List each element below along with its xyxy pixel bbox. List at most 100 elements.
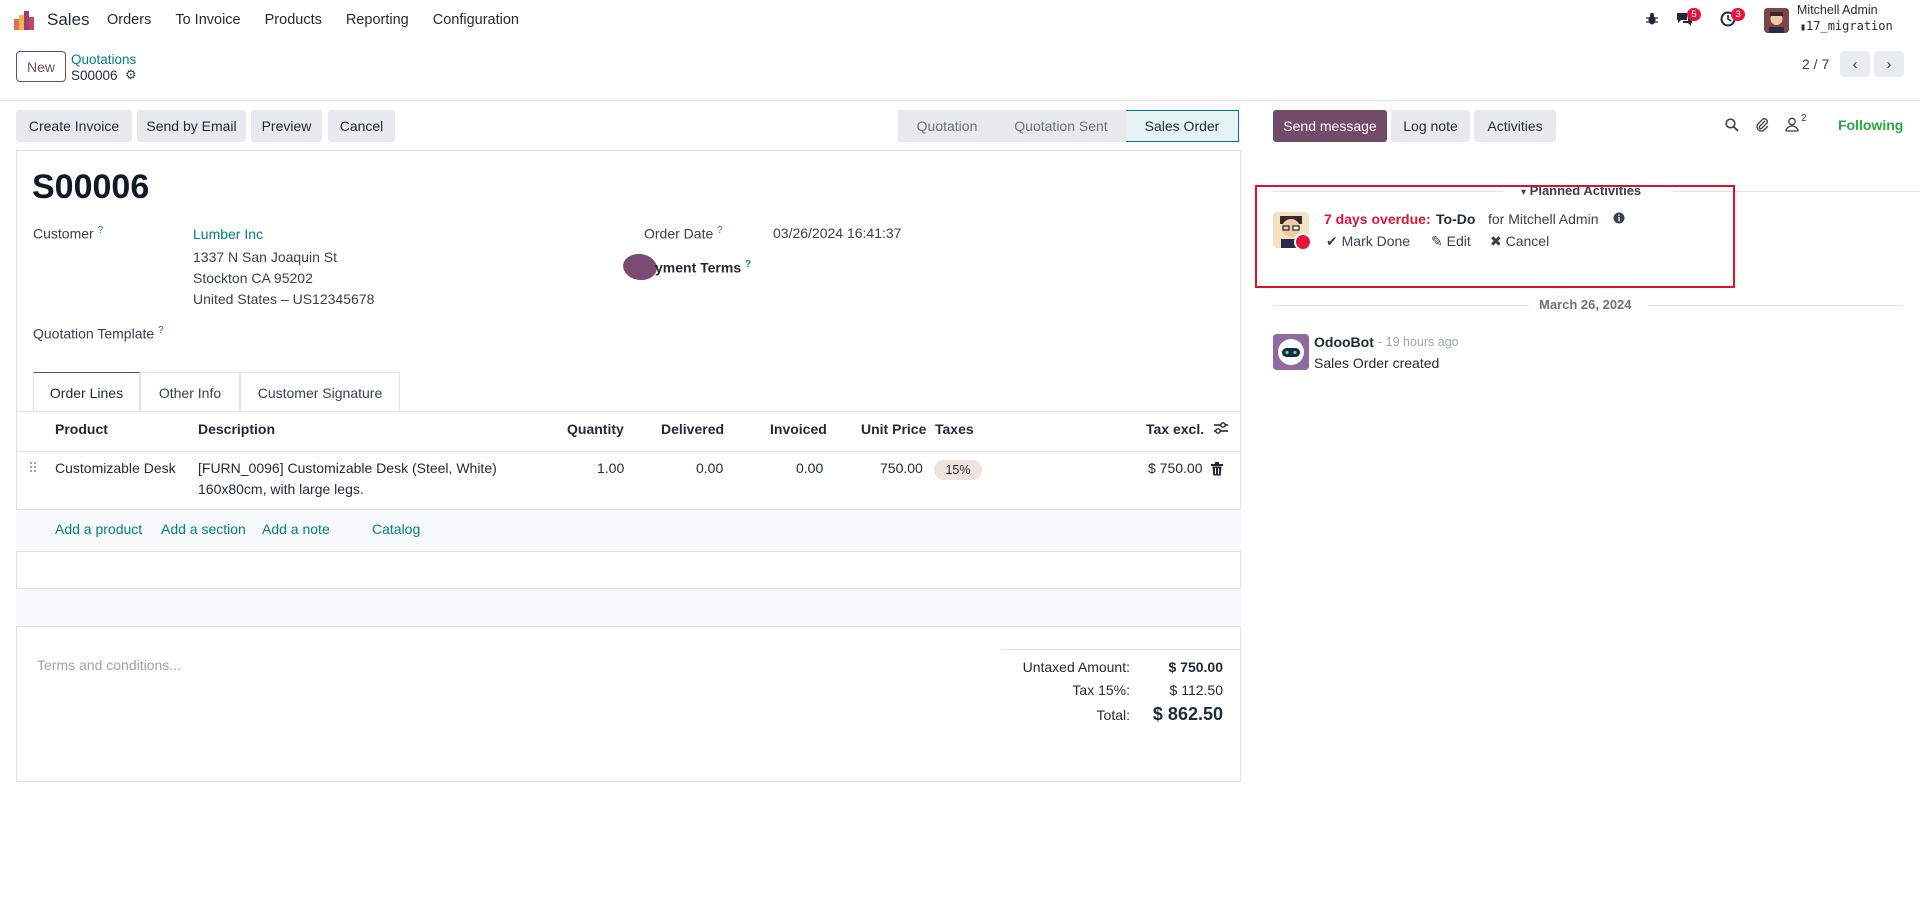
control-panel-divider <box>0 100 1920 101</box>
menu-reporting[interactable]: Reporting <box>346 12 409 28</box>
preview-button[interactable]: Preview <box>251 110 322 142</box>
following-button[interactable]: Following <box>1838 117 1903 133</box>
add-product-link[interactable]: Add a product <box>55 521 142 537</box>
gear-icon[interactable]: ⚙ <box>125 67 137 83</box>
quotation-template-label: Quotation Template ? <box>33 325 164 342</box>
col-taxes[interactable]: Taxes <box>935 421 974 437</box>
help-icon[interactable]: ? <box>98 225 104 236</box>
tab-customer-signature[interactable]: Customer Signature <box>240 372 400 412</box>
highlight-box <box>1255 185 1735 288</box>
tab-order-lines[interactable]: Order Lines <box>33 372 140 412</box>
tabs-divider <box>16 411 1241 412</box>
total-value: $ 862.50 <box>1152 704 1223 724</box>
col-quantity[interactable]: Quantity <box>567 421 624 437</box>
top-navbar: Sales Orders To Invoice Products Reporti… <box>0 0 1920 40</box>
message-author[interactable]: OdooBot <box>1314 334 1374 350</box>
stage-sales-order[interactable]: Sales Order <box>1126 110 1239 142</box>
row-subtotal: $ 750.00 <box>1148 460 1203 476</box>
record-title: S00006 <box>32 168 150 206</box>
app-name[interactable]: Sales <box>47 10 90 30</box>
row-invoiced[interactable]: 0.00 <box>796 460 823 476</box>
total-label: Total: <box>1096 707 1130 723</box>
totals-divider <box>1001 649 1241 650</box>
customer-link[interactable]: Lumber Inc <box>193 226 263 242</box>
menu-orders[interactable]: Orders <box>107 12 151 28</box>
menu-to-invoice[interactable]: To Invoice <box>175 12 240 28</box>
database-name: ▮17_migration <box>1800 19 1893 33</box>
send-by-email-button[interactable]: Send by Email <box>137 110 246 142</box>
add-section-link[interactable]: Add a section <box>161 521 246 537</box>
user-name[interactable]: Mitchell Admin <box>1797 3 1878 17</box>
order-date-label-text: Order Date <box>644 225 714 242</box>
catalog-link[interactable]: Catalog <box>372 521 420 537</box>
column-settings-icon[interactable] <box>1213 420 1229 439</box>
database-name-text: 17_migration <box>1806 19 1893 33</box>
help-icon[interactable]: ? <box>158 325 164 336</box>
stage-quotation[interactable]: Quotation <box>898 110 996 142</box>
add-note-link[interactable]: Add a note <box>262 521 330 537</box>
breadcrumb-quotations[interactable]: Quotations <box>71 52 136 67</box>
tab-other-info[interactable]: Other Info <box>140 372 240 412</box>
row-description-line1[interactable]: [FURN_0096] Customizable Desk (Steel, Wh… <box>198 460 497 476</box>
tax-tag[interactable]: 15% <box>934 460 982 480</box>
chevron-right-icon: › <box>1886 55 1892 73</box>
payment-terms-label: yment Terms ? <box>655 259 751 276</box>
log-note-button[interactable]: Log note <box>1391 110 1470 142</box>
col-unit-price[interactable]: Unit Price <box>861 421 926 437</box>
date-separator-right <box>1648 305 1903 306</box>
menu-configuration[interactable]: Configuration <box>433 12 519 28</box>
odoobot-avatar <box>1273 334 1309 370</box>
customer-label: Customer ? <box>33 225 103 242</box>
row-divider <box>16 551 1241 552</box>
pager-previous-button[interactable]: ‹ <box>1840 51 1870 77</box>
followers-count: 2 <box>1801 113 1807 124</box>
sales-app-icon[interactable] <box>14 11 34 30</box>
debug-bug-icon[interactable] <box>1645 12 1659 29</box>
create-invoice-button[interactable]: Create Invoice <box>16 110 132 142</box>
row-unit-price[interactable]: 750.00 <box>880 460 923 476</box>
customer-address-line1: 1337 N San Joaquin St <box>193 249 337 265</box>
row-delivered[interactable]: 0.00 <box>696 460 723 476</box>
followers-icon[interactable] <box>1785 117 1799 135</box>
trash-icon[interactable] <box>1211 462 1223 479</box>
cancel-order-button[interactable]: Cancel <box>328 110 395 142</box>
quotation-template-label-text: Quotation Template <box>33 325 155 342</box>
tax-value: $ 112.50 <box>1169 682 1223 698</box>
help-icon[interactable]: ? <box>745 259 751 270</box>
search-icon[interactable] <box>1725 118 1739 135</box>
message-time: - 19 hours ago <box>1378 335 1459 349</box>
user-avatar[interactable] <box>1764 8 1789 33</box>
stage-quotation-sent[interactable]: Quotation Sent <box>996 110 1126 142</box>
row-divider <box>16 626 1241 627</box>
activities-button[interactable]: Activities <box>1474 110 1556 142</box>
date-separator: March 26, 2024 <box>1539 297 1632 312</box>
header-divider <box>16 451 1241 452</box>
messages-badge: 5 <box>1687 8 1701 21</box>
col-tax-excl[interactable]: Tax excl. <box>1146 421 1204 437</box>
new-button[interactable]: New <box>16 51 66 82</box>
help-icon[interactable]: ? <box>717 225 723 236</box>
untaxed-label: Untaxed Amount: <box>1022 659 1130 675</box>
date-separator-left <box>1273 305 1529 306</box>
row-product[interactable]: Customizable Desk <box>55 460 176 476</box>
row-divider <box>16 588 1241 589</box>
untaxed-value: $ 750.00 <box>1168 659 1224 675</box>
menu-products[interactable]: Products <box>265 12 322 28</box>
row-description-line2[interactable]: 160x80cm, with large legs. <box>198 481 364 497</box>
col-invoiced[interactable]: Invoiced <box>770 421 827 437</box>
col-delivered[interactable]: Delivered <box>661 421 724 437</box>
col-product[interactable]: Product <box>55 421 108 437</box>
send-message-button[interactable]: Send message <box>1273 110 1387 142</box>
pager-next-button[interactable]: › <box>1874 51 1904 77</box>
col-description[interactable]: Description <box>198 421 275 437</box>
order-date-value[interactable]: 03/26/2024 16:41:37 <box>773 225 901 241</box>
order-date-label: Order Date ? <box>644 225 723 242</box>
drag-handle-icon[interactable]: ⠿ <box>28 460 38 477</box>
pager-value[interactable]: 2 / 7 <box>1802 56 1829 72</box>
main-menu: Orders To Invoice Products Reporting Con… <box>107 12 543 28</box>
payment-terms-label-text: yment Terms <box>655 259 742 276</box>
terms-input[interactable]: Terms and conditions... <box>37 657 181 673</box>
paperclip-icon[interactable] <box>1755 117 1769 136</box>
customer-address-line2: Stockton CA 95202 <box>193 270 313 286</box>
row-quantity[interactable]: 1.00 <box>597 460 624 476</box>
